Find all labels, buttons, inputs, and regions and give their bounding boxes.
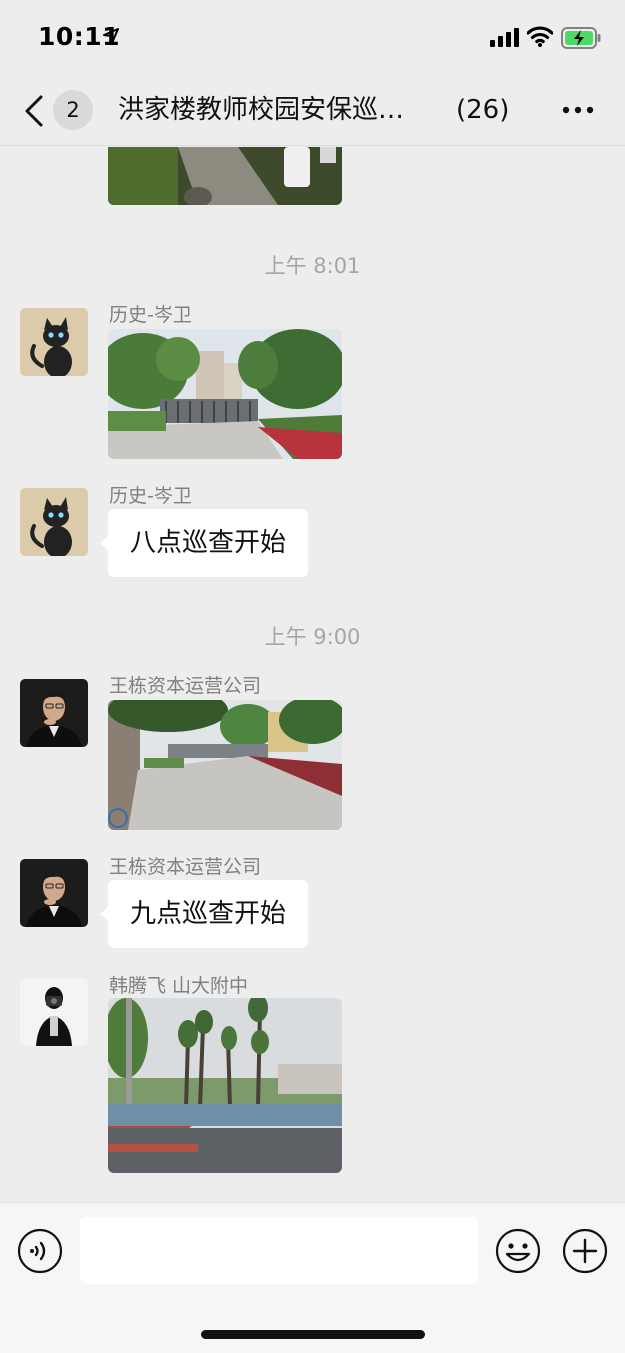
wifi-icon <box>527 26 553 47</box>
man-portrait-avatar <box>20 679 88 747</box>
voice-input-icon[interactable] <box>17 1228 63 1274</box>
message-input-bar <box>0 1202 625 1353</box>
avatar[interactable] <box>20 488 88 556</box>
camera-photographer-avatar <box>20 978 88 1046</box>
home-indicator[interactable] <box>201 1330 425 1339</box>
photo-message[interactable] <box>108 329 342 459</box>
text-message-bubble[interactable]: 八点巡查开始 <box>99 509 309 577</box>
previous-photo-message[interactable] <box>108 147 342 205</box>
man-portrait-avatar <box>20 859 88 927</box>
time-separator: 上午 8:01 <box>264 254 361 278</box>
sender-name: 历史-岑卫 <box>109 304 192 326</box>
avatar[interactable] <box>20 978 88 1046</box>
emoji-smile-icon[interactable] <box>495 1228 541 1274</box>
battery-charging-icon <box>561 27 601 49</box>
chevron-left-icon[interactable] <box>22 94 46 128</box>
text-message-bubble[interactable]: 九点巡查开始 <box>99 880 309 948</box>
campus-gate-photo <box>108 329 342 459</box>
plus-circle-icon[interactable] <box>562 1228 608 1274</box>
black-cat-avatar <box>20 488 88 556</box>
time-separator: 上午 9:00 <box>264 625 361 649</box>
sender-name: 王栋资本运营公司 <box>109 856 262 878</box>
photo-message[interactable] <box>108 700 342 830</box>
avatar[interactable] <box>20 859 88 927</box>
chat-title: 洪家楼教师校园安保巡… <box>118 95 405 125</box>
member-count: (26) <box>456 95 510 125</box>
sender-name: 王栋资本运营公司 <box>109 675 262 697</box>
location-arrow-icon <box>103 28 119 44</box>
message-input[interactable] <box>80 1217 478 1284</box>
chat-header: 2 洪家楼教师校园安保巡… (26) <box>0 78 625 146</box>
cellular-signal-icon <box>490 28 519 47</box>
status-bar: 10:11 <box>0 0 625 78</box>
ellipsis-icon[interactable] <box>561 100 595 120</box>
sender-name: 韩腾飞 山大附中 <box>109 975 249 997</box>
black-cat-avatar <box>20 308 88 376</box>
avatar[interactable] <box>20 308 88 376</box>
night-path-photo <box>108 147 342 205</box>
unread-count-badge[interactable]: 2 <box>53 90 93 130</box>
campus-road-photo <box>108 700 342 830</box>
sender-name: 历史-岑卫 <box>109 485 192 507</box>
message-list[interactable]: 上午 8:01 历史-岑卫 历史-岑卫 八点巡查开始 上午 9:00 王栋资本运… <box>0 147 625 1202</box>
photo-message[interactable] <box>108 998 342 1173</box>
sports-court-trees-photo <box>108 998 342 1173</box>
avatar[interactable] <box>20 679 88 747</box>
